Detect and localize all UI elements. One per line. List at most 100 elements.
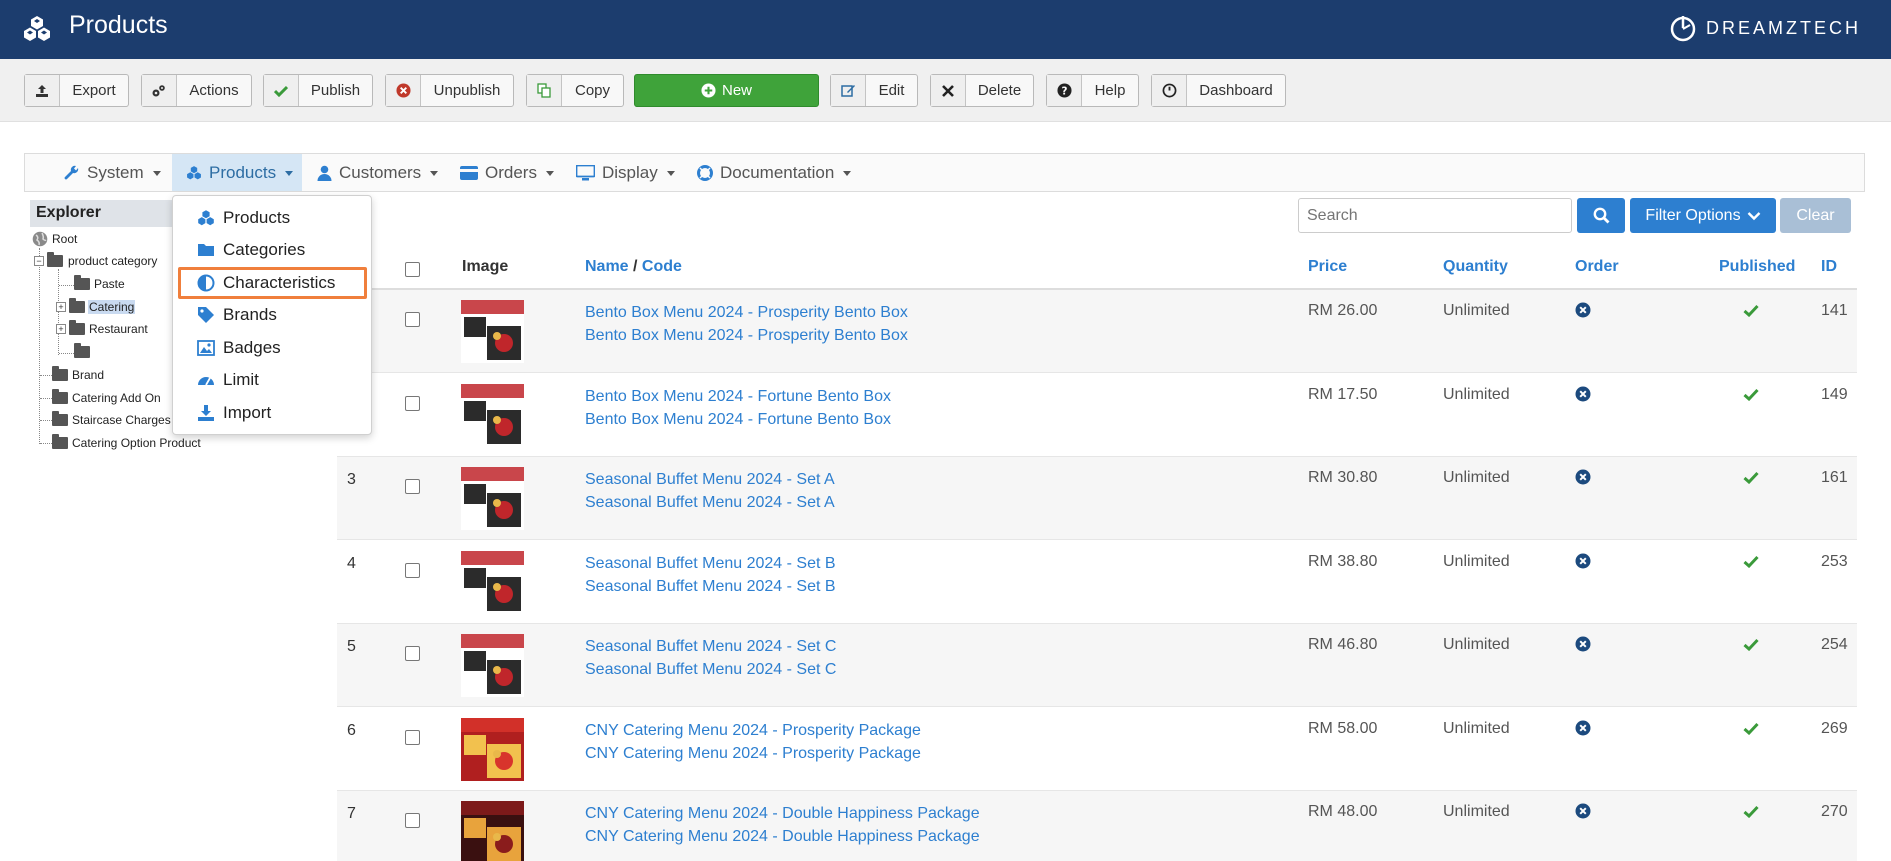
column-price[interactable]: Price [1308,258,1347,276]
expand-icon[interactable]: + [56,324,66,334]
product-name-link[interactable]: CNY Catering Menu 2024 - Double Happines… [585,802,980,825]
filter-options-button[interactable]: Filter Options [1630,198,1776,233]
row-checkbox[interactable] [405,312,420,327]
published-check-icon[interactable] [1743,805,1759,818]
product-code-link[interactable]: Seasonal Buffet Menu 2024 - Set B [585,575,836,598]
product-name-cell[interactable]: Seasonal Buffet Menu 2024 - Set B Season… [585,552,836,598]
search-button[interactable] [1577,198,1625,233]
product-code-link[interactable]: CNY Catering Menu 2024 - Double Happines… [585,825,980,848]
product-name-cell[interactable]: Seasonal Buffet Menu 2024 - Set A Season… [585,468,835,514]
product-name-link[interactable]: Seasonal Buffet Menu 2024 - Set A [585,468,835,491]
nav-display[interactable]: Display [576,154,675,191]
menu-item-badges[interactable]: Badges [197,334,281,361]
product-name-cell[interactable]: CNY Catering Menu 2024 - Double Happines… [585,802,980,848]
product-name-cell[interactable]: Bento Box Menu 2024 - Fortune Bento Box … [585,385,891,431]
times-circle-icon[interactable] [1575,636,1591,652]
nav-customers[interactable]: Customers [317,154,439,191]
export-button[interactable]: Export [24,74,129,107]
row-checkbox[interactable] [405,813,420,828]
times-circle-icon[interactable] [1575,386,1591,402]
product-code-link[interactable]: Seasonal Buffet Menu 2024 - Set C [585,658,836,681]
times-circle-icon[interactable] [1575,720,1591,736]
table-row[interactable]: 4 Seasonal Buffet Menu 2024 - Set B Seas… [337,541,1857,624]
folder-open-icon [47,252,63,267]
nav-documentation[interactable]: Documentation [697,154,852,191]
column-quantity[interactable]: Quantity [1443,258,1508,276]
table-row[interactable]: 6 CNY Catering Menu 2024 - Prosperity Pa… [337,708,1857,791]
published-check-icon[interactable] [1743,304,1759,317]
menu-item-limit[interactable]: Limit [197,366,259,393]
table-row[interactable]: 7 CNY Catering Menu 2024 - Double Happin… [337,791,1857,861]
help-button[interactable]: ? Help [1046,74,1139,107]
product-name-link[interactable]: Seasonal Buffet Menu 2024 - Set C [585,635,836,658]
product-code-link[interactable]: Bento Box Menu 2024 - Fortune Bento Box [585,408,891,431]
published-check-icon[interactable] [1743,471,1759,484]
published-check-icon[interactable] [1743,722,1759,735]
published-check-icon[interactable] [1743,388,1759,401]
unpublish-button[interactable]: Unpublish [385,74,514,107]
menu-item-brands[interactable]: Brands [197,301,277,328]
edit-button[interactable]: Edit [830,74,918,107]
product-quantity: Unlimited [1443,302,1510,319]
row-checkbox[interactable] [405,729,420,745]
copy-icon [527,75,562,106]
row-checkbox[interactable] [405,479,420,494]
product-name-link[interactable]: Bento Box Menu 2024 - Prosperity Bento B… [585,301,908,324]
nav-orders[interactable]: Orders [460,154,554,191]
column-name-code[interactable]: Name / Code [585,258,682,276]
table-row[interactable]: 5 Seasonal Buffet Menu 2024 - Set C Seas… [337,624,1857,707]
product-name-link[interactable]: Seasonal Buffet Menu 2024 - Set B [585,552,836,575]
tree-node-root[interactable]: Root [32,230,77,248]
menu-item-import[interactable]: Import [197,399,271,426]
product-name-link[interactable]: Bento Box Menu 2024 - Fortune Bento Box [585,385,891,408]
tachometer-icon [198,376,214,385]
expand-icon[interactable]: + [56,302,66,312]
tree-node-brand[interactable]: Brand [52,366,104,384]
clear-button[interactable]: Clear [1780,198,1851,233]
times-circle-icon[interactable] [1575,803,1591,819]
actions-button[interactable]: Actions [141,74,252,107]
tree-node-catering-option-product[interactable]: Catering Option Product [52,434,201,452]
product-name-cell[interactable]: Seasonal Buffet Menu 2024 - Set C Season… [585,635,836,681]
column-published[interactable]: Published [1719,258,1795,276]
table-row[interactable]: 3 Seasonal Buffet Menu 2024 - Set A Seas… [337,457,1857,540]
tree-node-restaurant[interactable]: + Restaurant [56,320,148,338]
dashboard-button[interactable]: Dashboard [1151,74,1286,107]
tree-node-product-category[interactable]: − product category [34,252,157,270]
menu-item-products[interactable]: Products [197,204,290,231]
row-checkbox[interactable] [405,395,420,411]
tree-node-staircase-charges[interactable]: Staircase Charges [52,411,171,429]
column-order[interactable]: Order [1575,258,1619,276]
product-code-link[interactable]: Seasonal Buffet Menu 2024 - Set A [585,491,835,514]
publish-button[interactable]: Publish [263,74,373,107]
product-code-link[interactable]: CNY Catering Menu 2024 - Prosperity Pack… [585,742,921,765]
new-button[interactable]: New [634,74,819,107]
table-row[interactable]: Bento Box Menu 2024 - Prosperity Bento B… [337,290,1857,373]
times-circle-icon[interactable] [1575,469,1591,485]
collapse-icon[interactable]: − [34,256,44,266]
nav-system[interactable]: System [64,154,161,191]
row-number: 3 [347,471,356,488]
published-check-icon[interactable] [1743,555,1759,568]
tree-node-unnamed[interactable] [74,343,92,361]
copy-button[interactable]: Copy [526,74,624,107]
search-input[interactable] [1298,198,1572,233]
times-circle-icon[interactable] [1575,553,1591,569]
product-name-link[interactable]: CNY Catering Menu 2024 - Prosperity Pack… [585,719,921,742]
nav-products[interactable]: Products [172,154,302,191]
product-code-link[interactable]: Bento Box Menu 2024 - Prosperity Bento B… [585,324,908,347]
row-checkbox[interactable] [405,646,420,661]
product-name-cell[interactable]: Bento Box Menu 2024 - Prosperity Bento B… [585,301,908,347]
delete-button[interactable]: Delete [930,74,1034,107]
published-check-icon[interactable] [1743,638,1759,651]
tree-node-catering-add-on[interactable]: Catering Add On [52,389,161,407]
tree-node-paste[interactable]: Paste [74,275,125,293]
tree-node-catering[interactable]: + Catering [56,298,136,316]
select-all-checkbox[interactable] [405,262,420,277]
menu-item-categories[interactable]: Categories [197,236,305,263]
times-circle-icon[interactable] [1575,302,1591,318]
product-name-cell[interactable]: CNY Catering Menu 2024 - Prosperity Pack… [585,719,921,765]
row-checkbox[interactable] [405,562,420,578]
column-id[interactable]: ID [1821,258,1837,276]
table-row[interactable]: Bento Box Menu 2024 - Fortune Bento Box … [337,374,1857,457]
